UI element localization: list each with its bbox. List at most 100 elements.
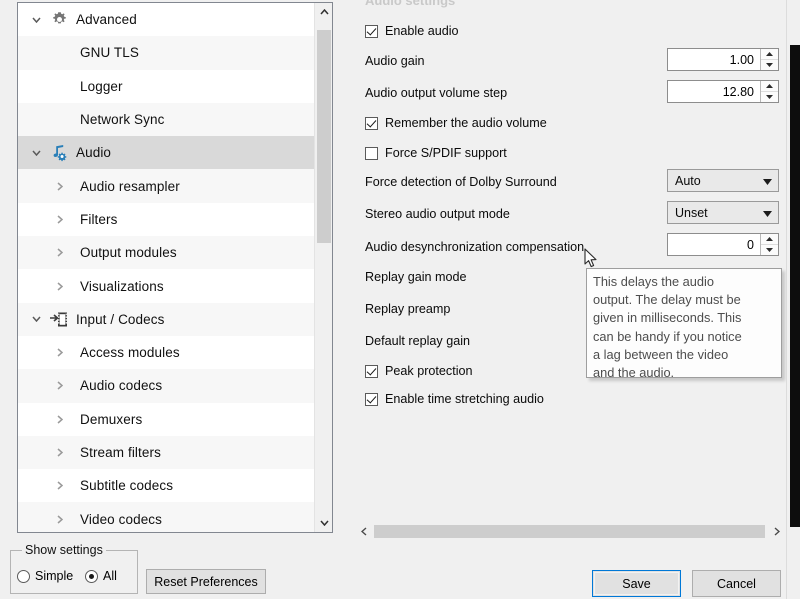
reset-preferences-button[interactable]: Reset Preferences (146, 569, 266, 594)
sidebar-item-output-modules[interactable]: Output modules (18, 236, 315, 270)
dropdown-stereo-output-mode[interactable]: Unset (667, 201, 779, 224)
checkbox-time-stretching[interactable] (365, 392, 378, 406)
spinner-audio-gain[interactable]: 1.00 (667, 48, 779, 71)
spinner-volume-step-buttons[interactable] (760, 81, 778, 102)
chevron-right-icon[interactable] (48, 215, 72, 224)
spinner-down-icon[interactable] (761, 60, 778, 70)
spinner-down-icon[interactable] (761, 245, 778, 255)
sidebar-item-filters[interactable]: Filters (18, 202, 315, 237)
row-time-stretching[interactable]: Enable time stretching audio (365, 388, 785, 410)
spinner-desync-value[interactable]: 0 (668, 234, 760, 255)
chevron-down-icon[interactable] (24, 316, 48, 323)
sidebar-item-demuxers[interactable]: Demuxers (18, 402, 315, 436)
label-audio-output-volume-step: Audio output volume step (365, 86, 508, 100)
sidebar-item-input-codecs[interactable]: Input / Codecs (18, 302, 315, 336)
chevron-right-icon[interactable] (48, 448, 72, 457)
sidebar-item-label: Output modules (80, 245, 177, 261)
spinner-down-icon[interactable] (761, 92, 778, 102)
tooltip-line: and the audio. (593, 365, 675, 381)
chevron-up-icon[interactable] (315, 3, 332, 21)
spinner-up-icon[interactable] (761, 234, 778, 245)
sidebar-item-audio-resampler[interactable]: Audio resampler (18, 169, 315, 203)
sidebar-item-label: Network Sync (80, 112, 165, 128)
tree-vertical-scrollbar[interactable] (314, 3, 332, 532)
preferences-window: Advanced GNU TLS Logger Network Sync Audio Au… (0, 0, 800, 599)
label-force-spdif: Force S/PDIF support (385, 146, 507, 160)
sidebar-item-label: Demuxers (80, 411, 143, 427)
spinner-desync-buttons[interactable] (760, 234, 778, 255)
chevron-right-icon[interactable] (48, 281, 72, 291)
sidebar-item-audio-codecs[interactable]: Audio codecs (18, 369, 315, 403)
settings-horizontal-scrollbar[interactable] (355, 523, 785, 540)
spinner-up-icon[interactable] (761, 49, 778, 60)
sidebar-item-audio[interactable]: Audio (18, 136, 315, 170)
spinner-up-icon[interactable] (761, 81, 778, 92)
film-strip-icon (48, 311, 70, 328)
radio-show-settings-all[interactable]: All (85, 569, 117, 583)
checkbox-remember-audio-volume[interactable] (365, 116, 378, 130)
sidebar-item-stream-filters[interactable]: Stream filters (18, 435, 315, 470)
save-button[interactable]: Save (592, 570, 681, 597)
chevron-left-icon[interactable] (355, 523, 372, 540)
chevron-right-icon[interactable] (48, 182, 72, 191)
chevron-right-icon[interactable] (48, 481, 72, 490)
chevron-right-icon[interactable] (48, 415, 72, 424)
sidebar-item-label: Video codecs (80, 511, 163, 527)
chevron-right-icon[interactable] (48, 248, 72, 257)
label-stereo-output-mode: Stereo audio output mode (365, 207, 510, 221)
label-audio-gain: Audio gain (365, 54, 425, 68)
dialog-scrollbar-thumb[interactable] (790, 45, 800, 527)
cancel-button[interactable]: Cancel (692, 570, 781, 597)
cancel-button-label: Cancel (717, 576, 756, 591)
sidebar-item-visualizations[interactable]: Visualizations (18, 269, 315, 303)
spinner-desync-compensation[interactable]: 0 (667, 233, 779, 256)
checkbox-peak-protection[interactable] (365, 364, 378, 378)
dropdown-dolby-surround[interactable]: Auto (667, 169, 779, 192)
tree-scrollbar-thumb[interactable] (317, 30, 331, 243)
sidebar-item-label: Advanced (76, 12, 137, 28)
row-force-spdif[interactable]: Force S/PDIF support (365, 142, 785, 164)
checkbox-force-spdif[interactable] (365, 146, 378, 160)
chevron-right-icon[interactable] (48, 515, 72, 524)
spinner-audio-gain-value[interactable]: 1.00 (668, 49, 760, 70)
sidebar-item-subtitle-codecs[interactable]: Subtitle codecs (18, 469, 315, 503)
sidebar-item-label: Filters (80, 211, 118, 227)
sidebar-item-video-codecs[interactable]: Video codecs (18, 502, 315, 532)
chevron-down-icon[interactable] (315, 514, 332, 532)
checkbox-enable-audio[interactable] (365, 24, 378, 38)
sidebar-item-network-sync[interactable]: Network Sync (18, 102, 315, 137)
sidebar-item-label: Subtitle codecs (80, 478, 174, 494)
spinner-audio-output-volume-step[interactable]: 12.80 (667, 80, 779, 103)
sidebar-item-label: Audio codecs (80, 378, 163, 394)
spinner-audio-gain-buttons[interactable] (760, 49, 778, 70)
chevron-right-icon[interactable] (48, 381, 72, 390)
chevron-down-icon[interactable] (24, 150, 48, 156)
tooltip-line: output. The delay must be (593, 292, 741, 308)
sidebar-item-gnu-tls[interactable]: GNU TLS (18, 36, 315, 70)
settings-category-tree[interactable]: Advanced GNU TLS Logger Network Sync Audio Au… (17, 2, 333, 533)
label-dolby-surround: Force detection of Dolby Surround (365, 175, 557, 189)
chevron-down-icon (763, 174, 772, 188)
sidebar-item-advanced[interactable]: Advanced (18, 3, 315, 37)
label-remember-audio-volume: Remember the audio volume (385, 116, 547, 130)
sidebar-item-logger[interactable]: Logger (18, 69, 315, 103)
sidebar-item-access-modules[interactable]: Access modules (18, 335, 315, 370)
label-replay-gain-mode: Replay gain mode (365, 270, 467, 284)
row-enable-audio[interactable]: Enable audio (365, 20, 785, 42)
sidebar-item-label: GNU TLS (80, 45, 139, 61)
mouse-cursor-icon (584, 248, 598, 269)
sidebar-item-label: Visualizations (80, 278, 164, 294)
chevron-right-icon[interactable] (768, 523, 785, 540)
sidebar-item-label: Audio resampler (80, 178, 180, 194)
spinner-volume-step-value[interactable]: 12.80 (668, 81, 760, 102)
label-enable-audio: Enable audio (385, 24, 459, 38)
chevron-right-icon[interactable] (48, 348, 72, 357)
settings-hscrollbar-thumb[interactable] (374, 525, 765, 538)
chevron-down-icon[interactable] (24, 17, 48, 23)
row-remember-audio-volume[interactable]: Remember the audio volume (365, 112, 785, 134)
audio-settings-panel: Audio settings Enable audio Audio gain 1… (355, 0, 785, 522)
dialog-vertical-scrollbar[interactable] (786, 0, 800, 599)
radio-show-settings-simple[interactable]: Simple (17, 569, 73, 583)
radio-indicator-all (85, 569, 98, 583)
sidebar-item-label: Input / Codecs (76, 311, 165, 327)
